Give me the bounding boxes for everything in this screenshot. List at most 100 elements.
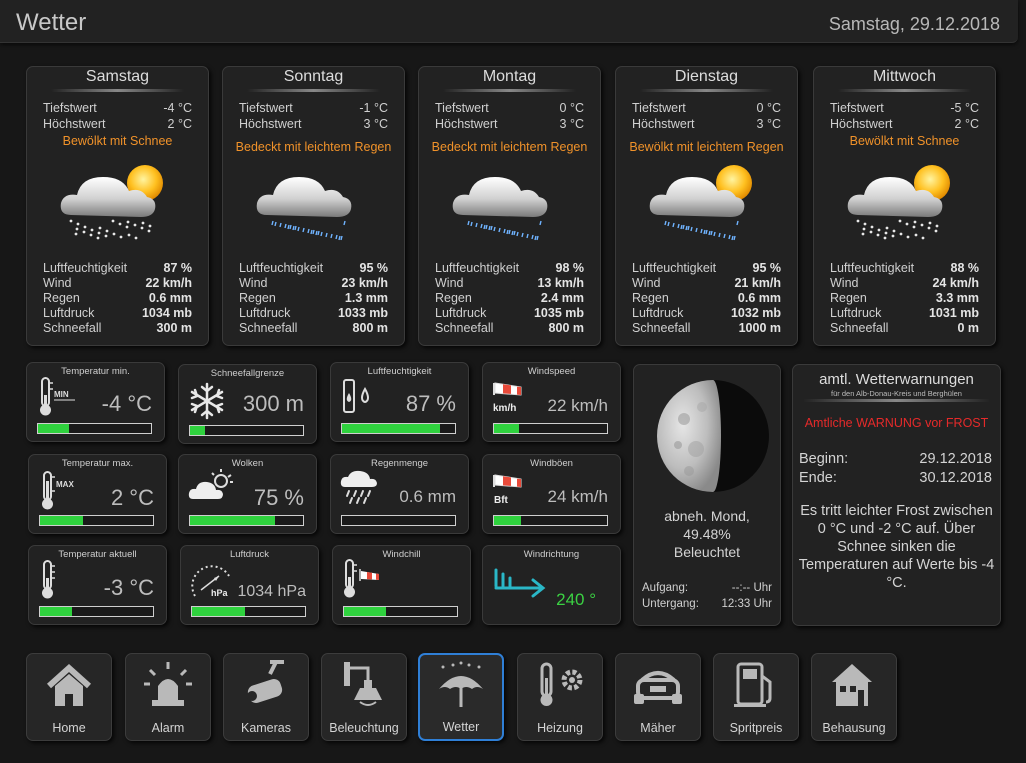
level-bar [39,606,154,617]
tile-air-pressure[interactable]: Luftdruck hPa 1034 hPa [180,545,319,625]
tile-title: Windböen [530,458,573,469]
snowfall-label: Schneefall [435,321,494,335]
tile-clouds[interactable]: Wolken 75 % [178,454,317,534]
high-temp-value: 3 °C [756,117,781,131]
nav-button-kameras[interactable]: Kameras [223,653,309,741]
tile-value: 22 km/h [547,396,608,415]
high-temp-label: Höchstwert [435,117,498,131]
thermometer-gear-icon [540,662,583,706]
pressure-value: 1032 mb [730,306,781,320]
humidity-value: 95 % [359,261,389,275]
high-temp-value: 3 °C [559,117,584,131]
nav-button-heizung[interactable]: Heizung [517,653,603,741]
tile-windchill[interactable]: Windchill [332,545,471,625]
nav-button-label: Spritpreis [729,721,783,735]
level-bar-fill [190,516,275,525]
level-bar-fill [40,516,83,525]
pressure-label: Luftdruck [239,306,291,320]
tile-snowfall-limit[interactable]: Schneefallgrenze 300 m [178,364,317,444]
forecast-day-title: Mittwoch [872,68,937,85]
nav-button-label: Wetter [442,720,480,734]
mower-icon [634,671,682,704]
nav-button-behausung[interactable]: Behausung [811,653,897,741]
level-bar-fill [494,424,519,433]
high-temp-label: Höchstwert [830,117,893,131]
forecast-day-title: Montag [482,68,537,85]
nav-button-home[interactable]: Home [26,653,112,741]
warning-title: amtl. Wetterwarnungen [819,371,974,388]
tile-value: 24 km/h [547,487,608,506]
low-temp-value: -5 °C [950,101,979,115]
umbrella-icon [439,661,483,707]
rain-label: Regen [435,291,472,305]
wind-value: 21 km/h [734,276,781,290]
forecast-day-title: Dienstag [674,68,739,85]
tile-title: Luftdruck [229,549,270,560]
nav-button-mäher[interactable]: Mäher [615,653,701,741]
moon-percent: 49.48% [683,526,731,542]
forecast-day-title: Samstag [85,68,150,85]
level-bar [341,423,456,434]
snowfall-label: Schneefall [239,321,298,335]
pressure-label: Luftdruck [43,306,95,320]
level-bar [191,606,306,617]
level-bar-fill [344,607,386,616]
forecast-card-samstag: Samstag Tiefstwert -4 °C Höchstwert 2 °C Bewö… [26,66,209,346]
svg-text:hPa: hPa [211,588,229,598]
forecast-card-sonntag: Sonntag Tiefstwert -1 °C Höchstwert 3 °C Bede… [222,66,405,346]
wind-label: Wind [632,276,661,290]
level-bar [493,423,608,434]
tile-wind-direction[interactable]: Windrichtung 240 ° [482,545,621,625]
humidity-value: 87 % [163,261,193,275]
high-temp-label: Höchstwert [239,117,302,131]
fuel-pump-icon [734,662,772,707]
high-temp-label: Höchstwert [43,117,106,131]
tile-temperature-current[interactable]: Temperatur aktuell -3 °C [28,545,167,625]
snowfall-value: 0 m [957,321,979,335]
high-temp-value: 2 °C [167,117,192,131]
level-bar [37,423,152,434]
forecast-card-montag: Montag Tiefstwert 0 °C Höchstwert 3 °C Bedeck… [418,66,601,346]
high-temp-label: Höchstwert [632,117,695,131]
level-bar [189,515,304,526]
nav-button-spritpreis[interactable]: Spritpreis [713,653,799,741]
tile-title: Windspeed [527,366,576,377]
nav-button-label: Heizung [537,721,583,735]
condition-text: Bedeckt mit leichtem Regen [235,140,392,154]
snowflake-icon [190,382,224,420]
nav-button-beleuchtung[interactable]: Beleuchtung [321,653,407,741]
tile-wind-gusts[interactable]: Windböen Bft 24 km/h [482,454,621,534]
pressure-value: 1031 mb [928,306,979,320]
rain-value: 0.6 mm [148,291,192,305]
divider [803,399,990,402]
wind-arrow-icon [494,568,546,598]
tile-value: 0.6 mm [399,487,456,506]
pressure-label: Luftdruck [632,306,684,320]
house-icon [46,663,92,706]
high-temp-value: 2 °C [954,117,979,131]
wind-label: Wind [43,276,72,290]
snowfall-value: 800 m [352,321,388,335]
tile-temperature-min[interactable]: Temperatur min. MIN -4 °C [26,362,165,442]
humidity-label: Luftfeuchtigkeit [43,261,128,275]
siren-icon [144,662,192,706]
cloud-sun-snow-icon [60,165,163,240]
nav-button-wetter[interactable]: Wetter [418,653,504,741]
pressure-value: 1035 mb [533,306,584,320]
cloud-rain-icon [340,470,377,504]
barometer-icon: hPa [191,565,230,598]
condition-text: Bedeckt mit leichtem Regen [431,140,588,154]
humidity-label: Luftfeuchtigkeit [632,261,717,275]
nav-button-alarm[interactable]: Alarm [125,653,211,741]
tile-humidity[interactable]: Luftfeuchtigkeit 87 % [330,362,469,442]
camera-icon [247,660,284,703]
forecast-card-mittwoch: Mittwoch Tiefstwert -5 °C Höchstwert 2 °C Bew… [813,66,996,346]
svg-text:Bft: Bft [494,495,509,506]
wind-label: Wind [830,276,859,290]
tile-windspeed[interactable]: Windspeed km/h 22 km/h [482,362,621,442]
wind-value: 23 km/h [341,276,388,290]
tile-rain-amount[interactable]: Regenmenge 0.6 mm [330,454,469,534]
tile-temperature-max[interactable]: Temperatur max. MAX 2 °C [28,454,167,534]
level-bar-fill [190,426,205,435]
warning-end-label: Ende: [799,470,837,486]
